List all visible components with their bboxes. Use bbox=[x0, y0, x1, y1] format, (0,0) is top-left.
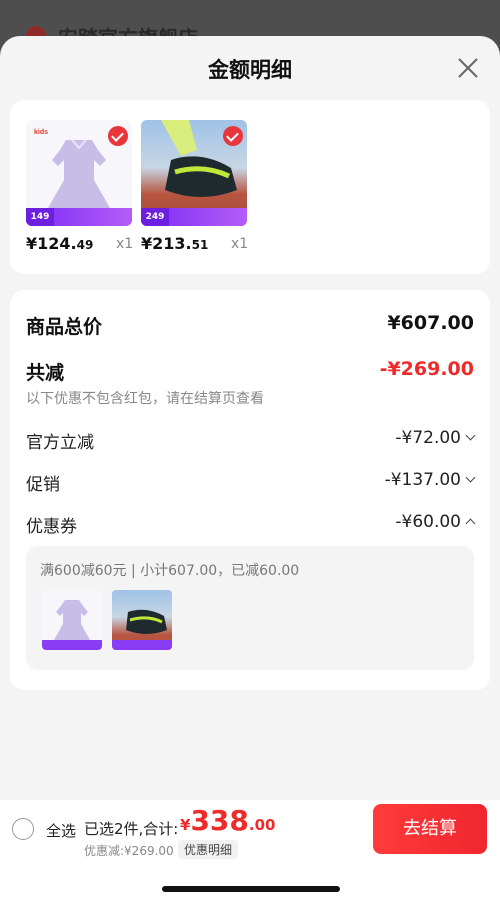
product-price: ¥213.51 bbox=[141, 234, 209, 253]
checkout-button[interactable]: 去结算 bbox=[373, 804, 487, 854]
discount-note: 以下优惠不包含红包，请在结算页查看 bbox=[26, 388, 474, 408]
chevron-down-icon[interactable] bbox=[465, 430, 476, 441]
reduce-value: -¥269.00 bbox=[379, 358, 474, 380]
chevron-down-icon[interactable] bbox=[465, 472, 476, 483]
discount-summary: 优惠减:¥269.00 bbox=[84, 844, 174, 858]
checkout-bar: 全选 已选2件,合计: ¥338.00 优惠减:¥269.00 优惠明细 去结算 bbox=[0, 800, 500, 903]
product-qty: x1 bbox=[231, 236, 249, 252]
coupon-row[interactable]: 优惠券 -¥60.00 bbox=[26, 512, 476, 537]
promo-price-tag: 149 bbox=[26, 208, 54, 226]
chevron-up-icon[interactable] bbox=[465, 518, 476, 529]
coupon-detail-text: 满600减60元 | 小计607.00，已减60.00 bbox=[40, 563, 300, 579]
sheet-title: 金额明细 bbox=[208, 58, 292, 82]
reduce-row: 共减 -¥269.00 bbox=[26, 358, 474, 384]
shoe-thumbnail bbox=[112, 590, 172, 650]
total-row: 商品总价 ¥607.00 bbox=[26, 312, 474, 338]
coupon-label: 优惠券 bbox=[26, 517, 77, 537]
close-icon[interactable] bbox=[456, 56, 480, 80]
product-item[interactable]: kids 149 ¥124.49 x1 bbox=[26, 120, 133, 253]
amount-detail-sheet: 金额明细 kids 149 ¥124.49 x1 249 ¥213.51 x1 … bbox=[0, 36, 500, 903]
official-value: -¥72.00 bbox=[395, 428, 476, 448]
selected-count-text: 已选2件,合计: bbox=[84, 820, 179, 838]
selected-check-icon[interactable] bbox=[108, 126, 128, 146]
promo-price-bar: 149 bbox=[26, 208, 132, 226]
shoe-product-image[interactable]: 249 bbox=[141, 120, 247, 226]
total-value: ¥607.00 bbox=[387, 312, 474, 334]
official-label: 官方立减 bbox=[26, 433, 94, 453]
total-label: 商品总价 bbox=[26, 316, 103, 338]
promo-price-tag: 249 bbox=[141, 208, 169, 226]
select-all-radio[interactable] bbox=[12, 818, 34, 840]
dress-product-image[interactable]: kids 149 bbox=[26, 120, 132, 226]
promo-price-bar: 249 bbox=[141, 208, 247, 226]
product-item[interactable]: 249 ¥213.51 x1 bbox=[141, 120, 248, 253]
coupon-value: -¥60.00 bbox=[395, 512, 476, 532]
total-amount: ¥338.00 bbox=[180, 804, 276, 837]
selected-check-icon[interactable] bbox=[223, 126, 243, 146]
svg-text:kids: kids bbox=[34, 129, 48, 136]
coupon-detail-box: 满600减60元 | 小计607.00，已减60.00 bbox=[26, 546, 474, 670]
reduce-label: 共减 bbox=[26, 362, 65, 384]
home-indicator[interactable] bbox=[162, 886, 340, 892]
dress-thumbnail bbox=[42, 590, 102, 650]
official-discount-row[interactable]: 官方立减 -¥72.00 bbox=[26, 428, 476, 453]
select-all-label[interactable]: 全选 bbox=[46, 820, 76, 841]
discount-detail-chip[interactable]: 优惠明细 bbox=[178, 840, 239, 859]
promo-row[interactable]: 促销 -¥137.00 bbox=[26, 470, 476, 495]
products-card: kids 149 ¥124.49 x1 249 ¥213.51 x1 bbox=[10, 100, 490, 274]
product-qty: x1 bbox=[116, 236, 134, 252]
product-price: ¥124.49 bbox=[26, 234, 94, 253]
discount-note-text: 以下优惠不包含红包，请在结算页查看 bbox=[26, 391, 264, 407]
promo-value: -¥137.00 bbox=[385, 470, 476, 490]
promo-label: 促销 bbox=[26, 475, 60, 495]
price-summary-card: 商品总价 ¥607.00 共减 -¥269.00 以下优惠不包含红包，请在结算页… bbox=[10, 290, 490, 690]
